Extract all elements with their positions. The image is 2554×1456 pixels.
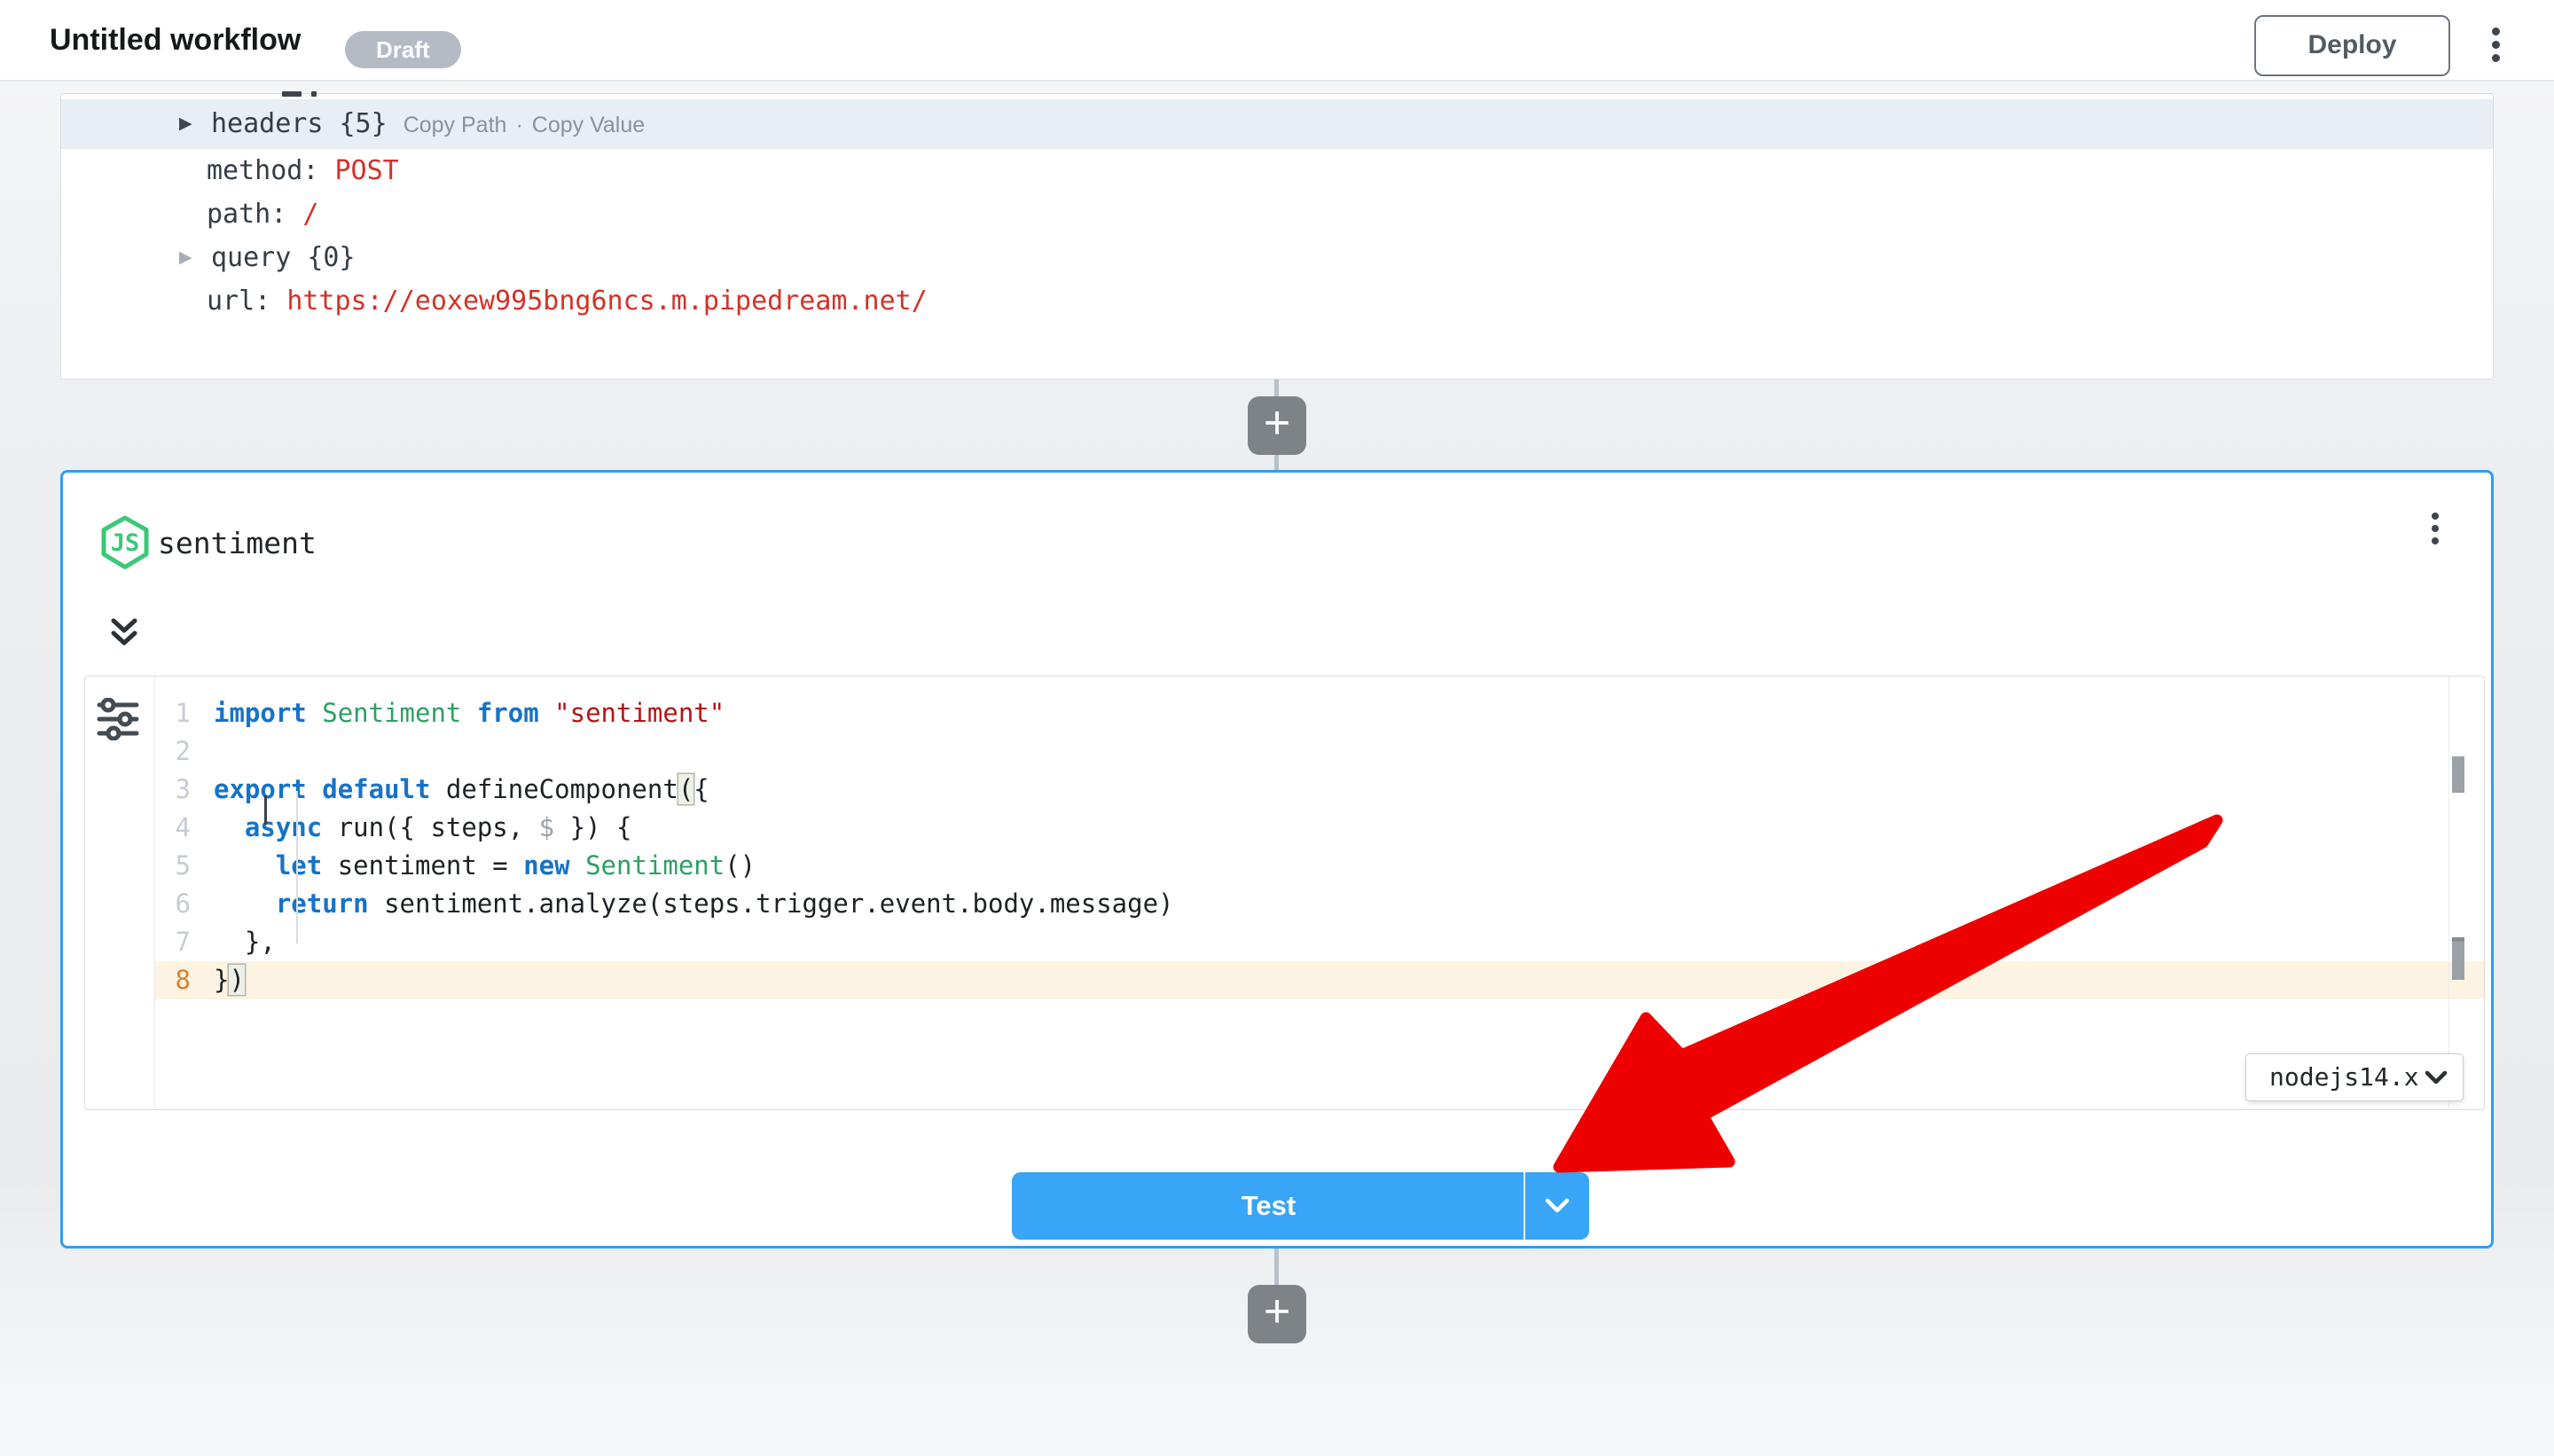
code-token: $ xyxy=(539,812,554,842)
tree-row[interactable]: path: / xyxy=(61,192,2493,236)
tree-row[interactable]: method: POST xyxy=(61,149,2493,192)
draft-status-badge: Draft xyxy=(345,31,461,68)
test-options-dropdown[interactable] xyxy=(1525,1172,1589,1240)
code-token: export xyxy=(214,774,307,804)
deploy-button[interactable]: Deploy xyxy=(2254,15,2450,76)
code-token xyxy=(539,698,554,728)
tree-row[interactable]: ▶ query {0} xyxy=(61,236,2493,279)
tree-key: url: xyxy=(207,286,286,317)
top-bar: Untitled workflow Draft Deploy xyxy=(0,0,2554,82)
copy-value-action[interactable]: Copy Value xyxy=(532,113,645,137)
code-line[interactable]: 6 return sentiment.analyze(steps.trigger… xyxy=(155,885,2485,923)
step-menu-icon[interactable] xyxy=(2432,513,2440,548)
code-token xyxy=(570,850,585,881)
code-token: Sentiment xyxy=(585,850,725,881)
code-token: "sentiment" xyxy=(554,698,725,728)
code-token: }) { xyxy=(554,812,631,842)
code-token: run({ steps, xyxy=(322,812,538,842)
line-number: 3 xyxy=(155,771,191,809)
nodejs-icon: JS xyxy=(99,515,151,572)
text-cursor xyxy=(264,795,267,825)
scrollbar-track xyxy=(2448,677,2449,1108)
code-line[interactable]: 3 export default defineComponent({ xyxy=(155,771,2485,809)
separator: · xyxy=(515,113,522,137)
editor-settings-sliders-icon[interactable] xyxy=(96,698,140,740)
clipped-text-fragment xyxy=(282,91,302,97)
code-token xyxy=(214,812,245,842)
collapse-double-chevron-icon[interactable] xyxy=(106,615,142,651)
expand-arrow-icon[interactable]: ▶ xyxy=(179,236,192,279)
scrollbar-thumb[interactable] xyxy=(2452,937,2464,980)
workflow-menu-icon[interactable] xyxy=(2492,27,2500,67)
code-line[interactable]: 5 let sentiment = new Sentiment() xyxy=(155,847,2485,885)
tree-key: query {0} xyxy=(211,242,356,273)
runtime-value: nodejs14.x xyxy=(2269,1054,2419,1100)
code-token xyxy=(307,774,322,804)
code-token xyxy=(214,888,276,919)
copy-actions: Copy Path · Copy Value xyxy=(403,113,645,137)
code-editor[interactable]: 1 import Sentiment from "sentiment" 23 expo… xyxy=(84,676,2485,1110)
tree-key: path: xyxy=(207,199,302,230)
add-step-button-top[interactable]: + xyxy=(1248,396,1306,455)
add-step-button-bottom[interactable]: + xyxy=(1248,1285,1306,1343)
code-lines[interactable]: 1 import Sentiment from "sentiment" 23 expo… xyxy=(155,694,2485,999)
code-token: Sentiment xyxy=(322,698,461,728)
code-token: defineComponent xyxy=(430,774,678,804)
code-token: default xyxy=(322,774,430,804)
line-number: 8 xyxy=(155,961,191,999)
code-token: import xyxy=(214,698,307,728)
copy-path-action[interactable]: Copy Path xyxy=(403,113,507,137)
indent-guide xyxy=(296,791,298,943)
code-token xyxy=(214,850,276,881)
clipped-text-fragment xyxy=(311,91,317,97)
tree-value: https://eoxew995bng6ncs.m.pipedream.net/ xyxy=(286,286,927,317)
line-number: 6 xyxy=(155,885,191,923)
code-token: }, xyxy=(214,927,276,957)
tree-key: method: xyxy=(207,155,335,186)
code-token: ( xyxy=(678,774,693,804)
code-token xyxy=(307,698,322,728)
trigger-event-panel: ▶ headers {5} Copy Path · Copy Value method: … xyxy=(60,93,2494,380)
code-token: } xyxy=(214,965,229,995)
code-line[interactable]: 8}) xyxy=(155,961,2485,999)
tree-key: headers {5} xyxy=(211,108,388,139)
line-number: 4 xyxy=(155,809,191,847)
test-button-label: Test xyxy=(1012,1172,1525,1240)
chevron-down-icon xyxy=(2424,1069,2448,1087)
code-line[interactable]: 1 import Sentiment from "sentiment" xyxy=(155,694,2485,732)
code-token: new xyxy=(523,850,569,881)
event-json-tree: ▶ headers {5} Copy Path · Copy Value method: … xyxy=(61,99,2493,323)
code-token: let xyxy=(276,850,322,881)
chevron-down-icon xyxy=(1544,1196,1571,1216)
code-token: { xyxy=(693,774,709,804)
code-token: sentiment = xyxy=(322,850,523,881)
line-number: 5 xyxy=(155,847,191,885)
tree-row[interactable]: url: https://eoxew995bng6ncs.m.pipedream… xyxy=(61,279,2493,323)
scrollbar-thumb[interactable] xyxy=(2452,756,2464,793)
runtime-select[interactable]: nodejs14.x xyxy=(2245,1053,2464,1101)
test-button[interactable]: Test xyxy=(1012,1172,1589,1240)
code-line[interactable]: 7 }, xyxy=(155,923,2485,961)
code-line[interactable]: 4 async run({ steps, $ }) { xyxy=(155,809,2485,847)
tree-value: POST xyxy=(335,155,399,186)
line-number: 2 xyxy=(155,732,191,771)
tree-value: / xyxy=(302,199,318,230)
step-name[interactable]: sentiment xyxy=(158,516,317,571)
code-token: () xyxy=(725,850,756,881)
code-token: async xyxy=(245,812,322,842)
code-token: return xyxy=(276,888,369,919)
svg-text:JS: JS xyxy=(111,529,140,557)
workflow-title: Untitled workflow xyxy=(50,0,301,80)
code-token: ) xyxy=(229,965,244,995)
tree-row[interactable]: ▶ headers {5} Copy Path · Copy Value xyxy=(61,99,2493,149)
pipedream-workflow-page: Untitled workflow Draft Deploy ▶ headers … xyxy=(0,0,2554,1456)
line-number: 1 xyxy=(155,694,191,732)
code-token xyxy=(461,698,476,728)
code-token: sentiment.analyze(steps.trigger.event.bo… xyxy=(369,888,1174,919)
code-line[interactable]: 2 xyxy=(155,732,2485,771)
expand-arrow-icon[interactable]: ▶ xyxy=(179,99,192,149)
code-token: from xyxy=(477,698,539,728)
line-number: 7 xyxy=(155,923,191,961)
